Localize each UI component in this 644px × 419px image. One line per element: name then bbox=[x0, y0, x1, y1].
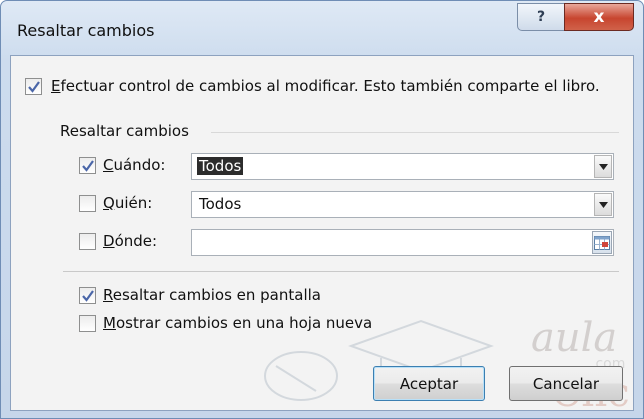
dialog-title: Resaltar cambios bbox=[17, 21, 155, 40]
watermark-text-aula: aula bbox=[531, 315, 617, 361]
checkmark-icon bbox=[82, 290, 94, 302]
where-range-input[interactable] bbox=[191, 229, 614, 256]
group-divider bbox=[211, 132, 619, 133]
who-label[interactable]: Quién: bbox=[103, 194, 152, 212]
checkmark-icon bbox=[82, 160, 94, 172]
who-dropdown-button[interactable] bbox=[594, 193, 612, 216]
where-access-key: D bbox=[103, 232, 115, 250]
new-sheet-label[interactable]: Mostrar cambios en una hoja nueva bbox=[103, 314, 372, 332]
on-screen-access-key: R bbox=[103, 286, 113, 304]
who-checkbox[interactable] bbox=[79, 195, 96, 212]
when-value: Todos bbox=[197, 157, 244, 175]
track-changes-text: fectuar control de cambios al modificar.… bbox=[60, 77, 600, 95]
close-icon: x bbox=[593, 7, 605, 27]
dialog-body: aula .com Clic Efectuar control de cambi… bbox=[10, 55, 634, 411]
options-divider bbox=[63, 271, 619, 272]
accept-button-label: Aceptar bbox=[399, 374, 459, 393]
on-screen-text: esaltar cambios en pantalla bbox=[112, 286, 321, 304]
dialog-window: Resaltar cambios ? x aula .com Clic Efec… bbox=[0, 0, 644, 419]
when-dropdown-button[interactable] bbox=[594, 155, 612, 178]
new-sheet-access-key: M bbox=[103, 314, 116, 332]
when-text: uándo: bbox=[113, 156, 166, 174]
range-select-icon bbox=[594, 235, 610, 250]
when-select[interactable]: Todos bbox=[191, 153, 614, 180]
track-changes-label[interactable]: Efectuar control de cambios al modificar… bbox=[51, 77, 600, 95]
cancel-button-label: Cancelar bbox=[532, 374, 600, 393]
checkmark-icon bbox=[28, 81, 40, 93]
chevron-down-icon bbox=[598, 163, 608, 170]
who-text: uién: bbox=[114, 194, 153, 212]
who-value: Todos bbox=[199, 195, 242, 213]
close-button[interactable]: x bbox=[564, 3, 634, 31]
title-bar[interactable]: Resaltar cambios ? x bbox=[1, 1, 643, 56]
where-text: ónde: bbox=[114, 232, 158, 250]
where-checkbox[interactable] bbox=[79, 233, 96, 250]
who-access-key: Q bbox=[103, 194, 115, 212]
when-checkbox[interactable] bbox=[79, 157, 96, 174]
new-sheet-checkbox[interactable] bbox=[79, 315, 96, 332]
who-select[interactable]: Todos bbox=[191, 191, 614, 218]
chevron-down-icon bbox=[598, 201, 608, 208]
range-selector-button[interactable] bbox=[592, 231, 612, 254]
track-changes-checkbox[interactable] bbox=[25, 78, 42, 95]
highlight-group-label: Resaltar cambios bbox=[60, 122, 189, 140]
when-label[interactable]: Cuándo: bbox=[103, 156, 165, 174]
where-label[interactable]: Dónde: bbox=[103, 232, 157, 250]
highlight-on-screen-label[interactable]: Resaltar cambios en pantalla bbox=[103, 286, 321, 304]
new-sheet-text: ostrar cambios en una hoja nueva bbox=[115, 314, 373, 332]
highlight-on-screen-checkbox[interactable] bbox=[79, 287, 96, 304]
cancel-button[interactable]: Cancelar bbox=[509, 366, 623, 401]
help-button[interactable]: ? bbox=[517, 3, 565, 31]
help-icon: ? bbox=[536, 9, 546, 25]
accept-button[interactable]: Aceptar bbox=[373, 366, 485, 401]
when-access-key: C bbox=[103, 156, 114, 174]
